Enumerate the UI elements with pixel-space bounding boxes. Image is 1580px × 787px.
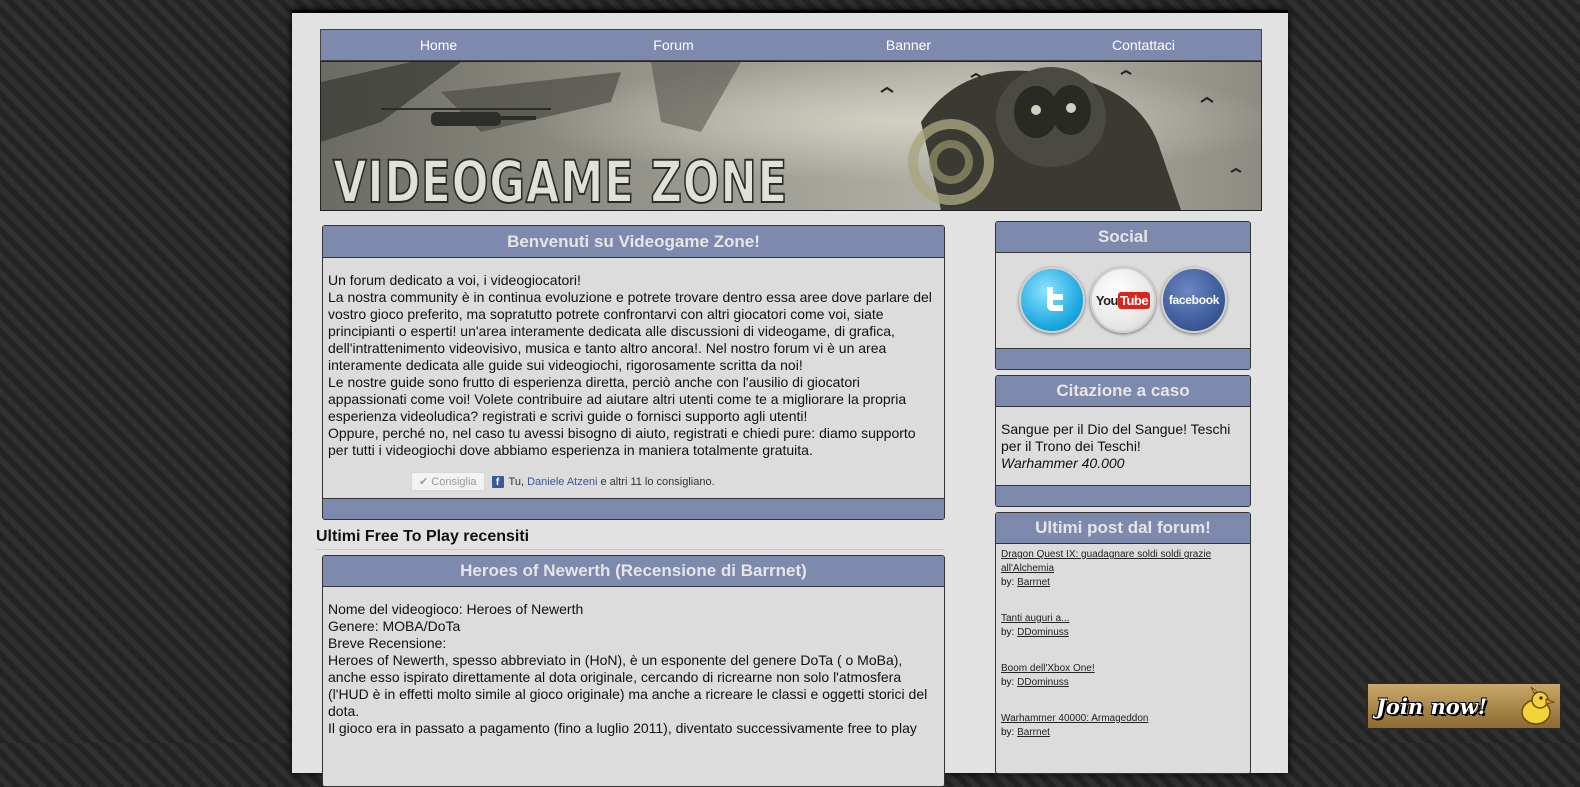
welcome-paragraph: Le nostre guide sono frutto di esperienz… [328,374,907,424]
review-content: Nome del videogioco: Heroes of Newerth G… [323,587,944,743]
banner-artwork: VIDEOGAME ZONE [321,62,1261,210]
review-line: Il gioco era in passato a pagamento (fin… [328,720,917,736]
section-title: Ultimi Free To Play recensiti [316,528,944,550]
like-suffix: e altri 11 lo consigliano. [600,475,715,488]
facebook-social-icon[interactable]: facebook [1161,267,1227,333]
twitter-bird-icon [1047,287,1063,311]
quote-content: Sangue per il Dio del Sangue! Teschi per… [996,407,1250,478]
nav-banner[interactable]: Banner [791,30,1026,60]
list-item: Dragon Quest IX: guadagnare soldi soldi … [1001,548,1245,590]
review-box: Heroes of Newerth (Recensione di Barrnet… [322,555,945,787]
post-title-link[interactable]: Warhammer 40000: Armageddon [1001,713,1149,724]
posts-title: Ultimi post dal forum! [996,513,1250,544]
banner-logo: VIDEOGAME ZONE [333,148,788,210]
welcome-paragraph: La nostra community è in continua evoluz… [328,289,932,373]
like-name-link[interactable]: Daniele Atzeni [527,476,597,488]
nav-home[interactable]: Home [321,30,556,60]
welcome-title: Benvenuti su Videogame Zone! [323,226,944,258]
nav-forum[interactable]: Forum [556,30,791,60]
posts-list: Dragon Quest IX: guadagnare soldi soldi … [996,544,1250,766]
post-author-link[interactable]: Barrnet [1017,727,1050,738]
social-box: Social You Tube facebook [995,221,1251,370]
review-title: Heroes of Newerth (Recensione di Barrnet… [323,556,944,587]
youtube-label: You Tube [1095,291,1151,309]
youtube-icon[interactable]: You Tube [1090,267,1156,333]
social-footer [996,348,1250,369]
post-by-label: by: [1001,577,1015,588]
quote-box: Citazione a caso Sangue per il Dio del S… [995,375,1251,507]
post-title-link[interactable]: Boom dell'Xbox One! [1001,663,1095,674]
latest-posts-box: Ultimi post dal forum! Dragon Quest IX: … [995,512,1251,774]
recommend-label: Consiglia [431,476,477,488]
quote-source: Warhammer 40.000 [1001,455,1125,471]
main-nav: Home Forum Banner Contattaci [320,29,1262,61]
review-line: Genere: MOBA/DoTa [328,618,461,634]
page-container: Home Forum Banner Contattaci VIDEOGAME Z… [292,10,1288,787]
youtube-label-you: You [1095,292,1119,308]
post-by-label: by: [1001,627,1015,638]
social-title: Social [996,222,1250,253]
recommend-button[interactable]: ✔ Consiglia [411,472,485,491]
facebook-icon: f [491,475,504,488]
twitter-icon[interactable] [1019,267,1085,333]
welcome-footer [323,498,944,519]
review-line: Breve Recensione: [328,635,447,651]
join-now-button[interactable]: Join now! [1366,682,1562,730]
review-line: Nome del videogioco: Heroes of Newerth [328,601,584,617]
post-author-link[interactable]: DDominuss [1017,627,1069,638]
post-by-label: by: [1001,727,1015,738]
join-now-label: Join now! [1376,693,1488,719]
post-author-link[interactable]: DDominuss [1017,677,1069,688]
list-item: Warhammer 40000: Armageddon by: Barrnet [1001,712,1245,740]
like-prefix: Tu, [508,475,525,488]
nav-contattaci[interactable]: Contattaci [1026,30,1261,60]
post-title-link[interactable]: Tanti auguri a... [1001,613,1069,624]
facebook-like-row: ✔ Consiglia f Tu, Daniele Atzeni e altri… [411,472,715,491]
welcome-box: Benvenuti su Videogame Zone! Un forum de… [322,225,945,520]
chocobo-icon [1521,686,1556,725]
welcome-content: Un forum dedicato a voi, i videogiocator… [323,258,944,465]
social-icons: You Tube facebook [996,253,1250,333]
quote-title: Citazione a caso [996,376,1250,407]
review-line: Heroes of Newerth, spesso abbreviato in … [328,652,928,719]
facebook-label: facebook [1168,293,1220,307]
youtube-label-tube: Tube [1118,291,1151,309]
post-by-label: by: [1001,677,1015,688]
welcome-paragraph: Un forum dedicato a voi, i videogiocator… [328,272,581,288]
post-title-link[interactable]: Dragon Quest IX: guadagnare soldi soldi … [1001,549,1211,574]
list-item: Boom dell'Xbox One! by: DDominuss [1001,662,1245,690]
site-banner: VIDEOGAME ZONE [320,61,1262,211]
post-author-link[interactable]: Barrnet [1017,577,1050,588]
quote-text: Sangue per il Dio del Sangue! Teschi per… [1001,421,1231,454]
welcome-paragraph: Oppure, perché no, nel caso tu avessi bi… [328,425,916,458]
quote-footer [996,485,1250,506]
list-item: Tanti auguri a... by: DDominuss [1001,612,1245,640]
